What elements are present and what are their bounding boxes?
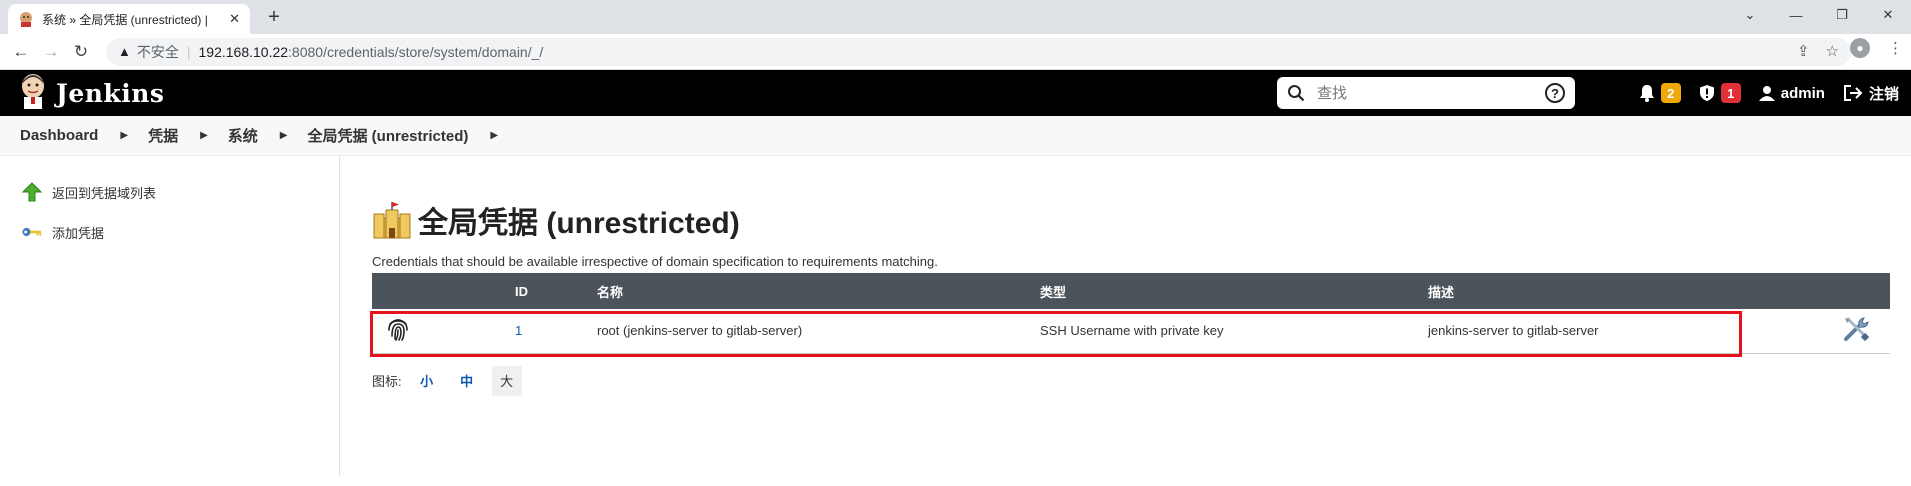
window-controls: ⌄ — ❐ ✕ — [1727, 0, 1911, 30]
column-header-icon — [372, 273, 515, 309]
tab-title: 系统 » 全局凭据 (unrestricted) | — [42, 12, 208, 27]
key-icon — [22, 222, 42, 242]
credential-actions — [1806, 309, 1890, 354]
tab-search-chevron-icon[interactable]: ⌄ — [1727, 0, 1773, 30]
restore-icon[interactable]: ❐ — [1819, 0, 1865, 30]
side-panel: 返回到凭据域列表 添加凭据 — [0, 156, 340, 476]
breadcrumb-arrow-icon[interactable]: ▶ — [120, 130, 128, 141]
sidebar-item-add-credentials[interactable]: 添加凭据 — [22, 222, 339, 242]
bell-icon — [1639, 85, 1654, 102]
breadcrumb-item-global-domain[interactable]: 全局凭据 (unrestricted) ▶ — [308, 125, 519, 146]
icon-size-legend: 图标: 小 中 大 — [372, 365, 1891, 396]
sidebar-item-back-to-domains[interactable]: 返回到凭据域列表 — [22, 182, 339, 202]
page-content: 返回到凭据域列表 添加凭据 全局凭据 (unrestricted) Creden… — [0, 156, 1911, 476]
notifications-badge: 2 — [1660, 83, 1681, 103]
credential-name: root (jenkins-server to gitlab-server) — [597, 309, 1040, 354]
column-header-name[interactable]: 名称 — [597, 273, 1040, 309]
reload-icon[interactable]: ↻ — [66, 42, 96, 62]
breadcrumb-arrow-icon[interactable]: ▶ — [200, 130, 208, 141]
credential-type: SSH Username with private key — [1040, 309, 1428, 354]
browser-profile-menu: ● ⋮ — [1850, 38, 1903, 58]
window-close-icon[interactable]: ✕ — [1865, 0, 1911, 30]
configure-tools-icon[interactable] — [1842, 315, 1870, 346]
address-bar-row: ← → ↻ ▲ 不安全 | 192.168.10.22:8080/credent… — [0, 34, 1911, 70]
warning-icon: ▲ — [118, 44, 131, 59]
search-icon — [1288, 85, 1305, 102]
url-host: 192.168.10.22 — [198, 43, 289, 60]
url-field[interactable]: ▲ 不安全 | 192.168.10.22:8080/credentials/s… — [106, 37, 1851, 66]
credential-id-link[interactable]: 1 — [515, 309, 597, 354]
minimize-icon[interactable]: — — [1773, 0, 1819, 30]
breadcrumb: Dashboard ▶ 凭据 ▶ 系统 ▶ 全局凭据 (unrestricted) ▶ — [0, 116, 1911, 156]
forward-icon[interactable]: → — [36, 42, 66, 62]
breadcrumb-label: 全局凭据 (unrestricted) — [307, 128, 469, 145]
icon-size-large[interactable]: 大 — [491, 365, 522, 396]
breadcrumb-label: 凭据 — [148, 128, 179, 145]
column-header-id[interactable]: ID — [515, 273, 597, 309]
security-badge: 1 — [1720, 83, 1741, 103]
logout-label: 注销 — [1868, 85, 1899, 103]
search-input[interactable] — [1317, 84, 1545, 102]
logout-icon — [1843, 85, 1863, 101]
breadcrumb-label: Dashboard — [20, 127, 99, 144]
user-menu[interactable]: admin — [1758, 84, 1825, 102]
icon-size-small[interactable]: 小 — [412, 366, 442, 396]
sidebar-item-label: 添加凭据 — [52, 225, 105, 241]
main-panel: 全局凭据 (unrestricted) Credentials that sho… — [370, 156, 1891, 396]
jenkins-home-link[interactable]: Jenkins — [18, 73, 164, 114]
column-header-actions — [1806, 273, 1890, 309]
notifications-button[interactable]: 2 — [1639, 83, 1681, 103]
security-button[interactable]: 1 — [1699, 83, 1741, 103]
page-description: Credentials that should be available irr… — [372, 254, 938, 269]
insecure-label: 不安全 — [136, 43, 179, 60]
shield-icon — [1699, 85, 1714, 101]
help-icon[interactable]: ? — [1545, 83, 1565, 103]
url-separator: | — [186, 43, 191, 60]
credentials-table-wrapper: ID 名称 类型 描述 1 root (jenkins-server to gi… — [370, 273, 1891, 357]
credential-id[interactable]: 1 — [515, 323, 522, 338]
url-path: :8080/credentials/store/system/domain/_/ — [288, 43, 544, 60]
browser-tabbar: 系统 » 全局凭据 (unrestricted) | ✕ + ⌄ — ❐ ✕ — [0, 0, 1911, 34]
omnibox-actions: ⇪ ☆ — [1797, 42, 1839, 60]
bookmark-star-icon[interactable]: ☆ — [1826, 42, 1839, 60]
icon-size-medium[interactable]: 中 — [452, 366, 482, 396]
new-tab-icon[interactable]: + — [262, 6, 286, 29]
column-header-type[interactable]: 类型 — [1040, 273, 1428, 309]
tab-close-icon[interactable]: ✕ — [229, 11, 240, 27]
browser-menu-icon[interactable]: ⋮ — [1888, 39, 1903, 57]
up-arrow-icon — [22, 182, 42, 202]
table-header-row: ID 名称 类型 描述 — [372, 273, 1890, 309]
credentials-table: ID 名称 类型 描述 1 root (jenkins-server to gi… — [372, 273, 1890, 354]
castle-domain-icon — [373, 202, 411, 239]
jenkins-logo-text: Jenkins — [56, 78, 165, 108]
profile-avatar-icon[interactable]: ● — [1850, 38, 1870, 58]
breadcrumb-arrow-icon[interactable]: ▶ — [490, 130, 498, 141]
column-header-description[interactable]: 描述 — [1428, 273, 1806, 309]
back-icon[interactable]: ← — [6, 42, 36, 62]
breadcrumb-item-system[interactable]: 系统 ▶ — [228, 125, 308, 146]
fingerprint-icon — [372, 309, 515, 354]
header-actions: 2 1 admin 注销 — [1639, 70, 1899, 116]
credential-description: jenkins-server to gitlab-server — [1428, 309, 1806, 354]
table-row: 1 root (jenkins-server to gitlab-server)… — [372, 309, 1890, 354]
jenkins-favicon-icon — [18, 11, 34, 27]
page-title: 全局凭据 (unrestricted) — [372, 198, 1891, 242]
user-icon — [1758, 86, 1775, 101]
jenkins-header: Jenkins ? 2 1 admin 注销 — [0, 70, 1911, 116]
breadcrumb-arrow-icon[interactable]: ▶ — [280, 130, 288, 141]
share-icon[interactable]: ⇪ — [1797, 42, 1810, 60]
browser-tab[interactable]: 系统 » 全局凭据 (unrestricted) | ✕ — [8, 4, 250, 34]
username: admin — [1780, 84, 1825, 102]
jenkins-butler-icon — [18, 73, 48, 114]
logout-link[interactable]: 注销 — [1843, 83, 1899, 104]
breadcrumb-item-dashboard[interactable]: Dashboard ▶ — [20, 127, 148, 144]
breadcrumb-label: 系统 — [227, 128, 258, 145]
search-box: ? — [1277, 77, 1575, 109]
sidebar-item-label: 返回到凭据域列表 — [52, 185, 157, 201]
page-title-text: 全局凭据 (unrestricted) — [418, 207, 740, 240]
breadcrumb-item-credentials[interactable]: 凭据 ▶ — [148, 125, 228, 146]
icon-size-label: 图标: — [372, 374, 402, 389]
